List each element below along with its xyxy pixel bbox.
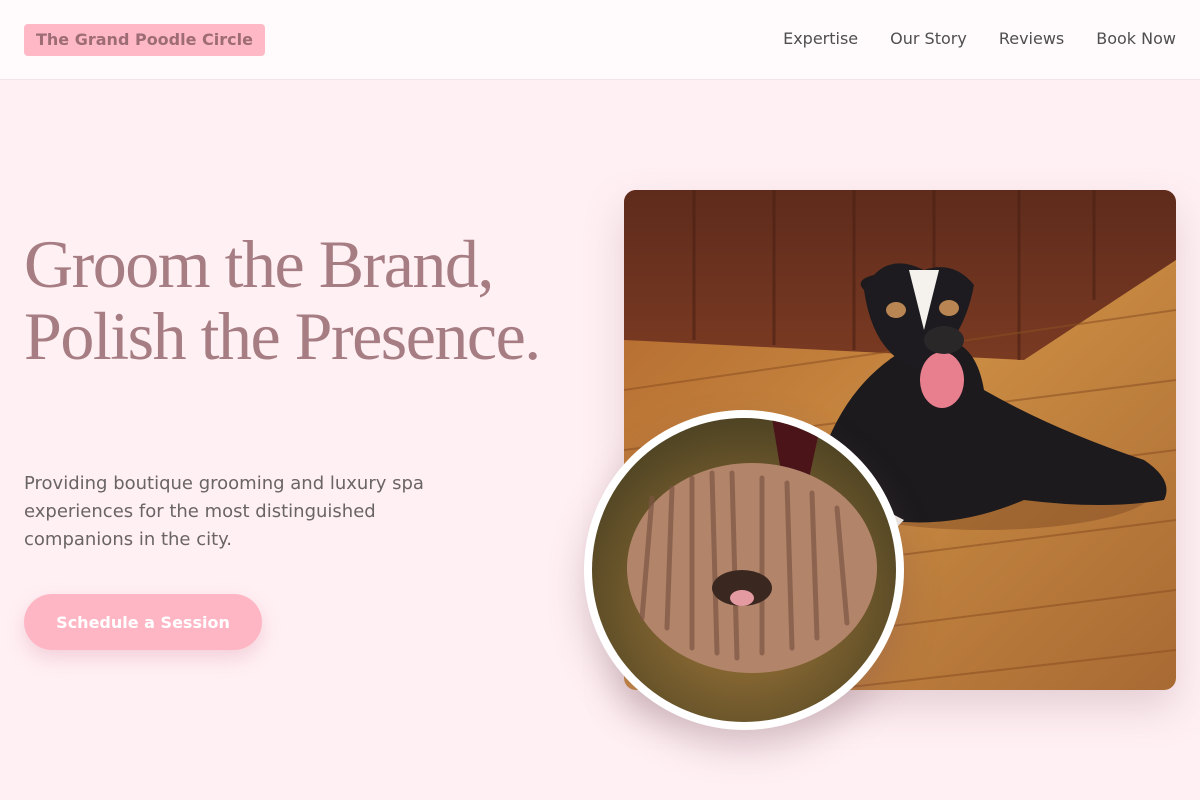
nav-book-now[interactable]: Book Now (1096, 28, 1176, 50)
schedule-session-button[interactable]: Schedule a Session (24, 594, 262, 650)
site-logo[interactable]: The Grand Poodle Circle (24, 24, 265, 56)
corded-dog-illustration (592, 418, 896, 722)
hero-subtitle: Providing boutique grooming and luxury s… (24, 473, 424, 550)
main-nav: Expertise Our Story Reviews Book Now (783, 28, 1176, 50)
corded-dog-photo (584, 410, 904, 730)
nav-expertise[interactable]: Expertise (783, 28, 858, 50)
nav-reviews[interactable]: Reviews (999, 28, 1064, 50)
hero-title: Groom the Brand, Polish the Presence. (24, 226, 541, 374)
site-header: The Grand Poodle Circle Expertise Our St… (0, 0, 1200, 80)
nav-our-story[interactable]: Our Story (890, 28, 967, 50)
